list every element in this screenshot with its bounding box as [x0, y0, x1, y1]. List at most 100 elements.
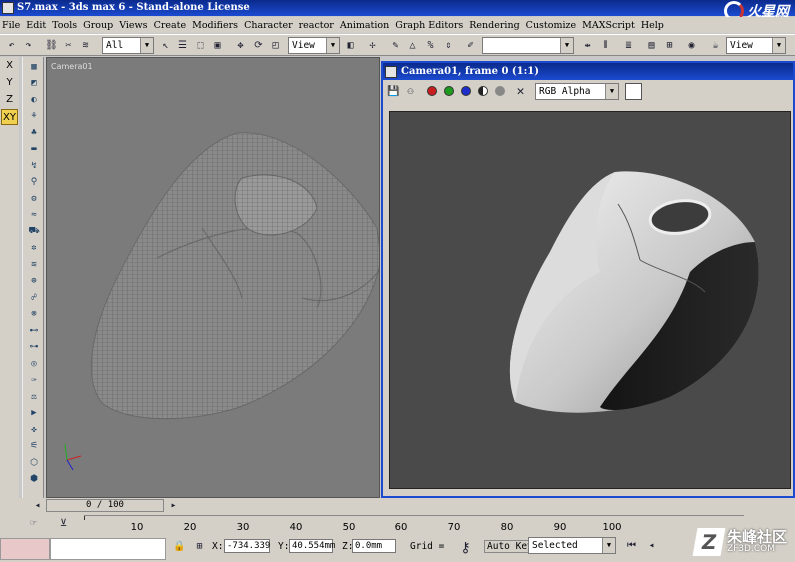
selection-filter-dropdown[interactable]: All ▼: [102, 37, 154, 54]
property-editor-icon[interactable]: ⚟: [26, 439, 42, 453]
dashpot-icon[interactable]: ⚲: [26, 175, 42, 189]
maxscript-mini-listener[interactable]: [50, 538, 166, 560]
goto-start-icon[interactable]: ⏮: [624, 538, 639, 553]
mirror-icon[interactable]: ⇹: [580, 38, 595, 53]
menu-graph-editors[interactable]: Graph Editors: [393, 20, 467, 31]
prev-frame-icon[interactable]: ◂: [644, 538, 659, 553]
undo-icon[interactable]: ↶: [4, 38, 19, 53]
save-bitmap-icon[interactable]: 💾: [386, 84, 401, 99]
car-wheel-icon[interactable]: ◎: [26, 357, 42, 371]
select-by-name-icon[interactable]: ☰: [175, 38, 190, 53]
lock-selection-icon[interactable]: 🔒: [172, 539, 187, 554]
time-slider[interactable]: 0 / 100: [46, 499, 164, 512]
x-coord-field[interactable]: -734.339: [224, 539, 270, 553]
soft-body-icon[interactable]: ◐: [26, 93, 42, 107]
menu-maxscript[interactable]: MAXScript: [580, 20, 639, 31]
axis-y-button[interactable]: Y: [1, 75, 18, 91]
axis-x-button[interactable]: X: [1, 58, 18, 74]
time-slider-left-icon[interactable]: ◂: [30, 498, 45, 513]
convex-hull-icon[interactable]: ⬡: [26, 456, 42, 470]
redo-icon[interactable]: ↷: [21, 38, 36, 53]
layer-manager-icon[interactable]: ≣: [621, 38, 636, 53]
fracture-icon[interactable]: ✲: [26, 241, 42, 255]
hinge-icon[interactable]: ⊗: [26, 307, 42, 321]
toy-car-icon[interactable]: ⛟: [26, 225, 42, 239]
select-link-icon[interactable]: ⛓: [44, 38, 59, 53]
constraint-solver-icon[interactable]: ⊕: [26, 274, 42, 288]
named-selection-dropdown[interactable]: ▼: [482, 37, 574, 54]
snap-toggle-icon[interactable]: ✎: [388, 38, 403, 53]
menu-animation[interactable]: Animation: [338, 20, 393, 31]
menu-reactor[interactable]: reactor: [297, 20, 338, 31]
material-editor-icon[interactable]: ◉: [684, 38, 699, 53]
trackbar-filter-icon[interactable]: ⊻: [56, 516, 71, 531]
analyze-icon[interactable]: ⚖: [26, 390, 42, 404]
select-object-icon[interactable]: ↖: [158, 38, 173, 53]
scale-icon[interactable]: ◰: [268, 38, 283, 53]
menu-edit[interactable]: Edit: [24, 20, 50, 31]
spring-icon[interactable]: ↯: [26, 159, 42, 173]
render-scene-icon[interactable]: ☕: [708, 38, 723, 53]
menu-tools[interactable]: Tools: [50, 20, 81, 31]
prismatic-icon[interactable]: ⊶: [26, 340, 42, 354]
time-slider-right-icon[interactable]: ▸: [166, 498, 181, 513]
select-icon[interactable]: ☞: [26, 516, 41, 531]
axis-z-button[interactable]: Z: [1, 92, 18, 108]
maxscript-listener[interactable]: [0, 538, 50, 560]
channel-dropdown[interactable]: RGB Alpha ▼: [535, 83, 619, 100]
rope-icon[interactable]: ⚘: [26, 109, 42, 123]
blue-channel-toggle[interactable]: [461, 86, 471, 96]
menu-rendering[interactable]: Rendering: [467, 20, 523, 31]
key-filter-dropdown[interactable]: Selected ▼: [528, 537, 616, 554]
render-window-titlebar[interactable]: Camera01, frame 0 (1:1): [383, 63, 793, 80]
menu-modifiers[interactable]: Modifiers: [190, 20, 242, 31]
z-coord-field[interactable]: 0.0mm: [352, 539, 396, 553]
rendered-frame-window[interactable]: Camera01, frame 0 (1:1) 💾 ⚇ ✕ RGB Alpha …: [381, 61, 795, 498]
clear-icon[interactable]: ✕: [513, 84, 528, 99]
key-mode-icon[interactable]: ⚷: [458, 540, 473, 556]
menu-character[interactable]: Character: [242, 20, 297, 31]
menu-help[interactable]: Help: [639, 20, 668, 31]
preview-icon[interactable]: ▶: [26, 406, 42, 420]
align-icon[interactable]: ⫴: [598, 38, 613, 53]
alpha-toggle[interactable]: [495, 86, 505, 96]
menu-views[interactable]: Views: [117, 20, 151, 31]
cloth-icon[interactable]: ◩: [26, 76, 42, 90]
named-selection-icon[interactable]: ✐: [463, 38, 478, 53]
unlink-icon[interactable]: ✂: [61, 38, 76, 53]
rect-selection-icon[interactable]: ⬚: [193, 38, 208, 53]
bind-space-warp-icon[interactable]: ≋: [78, 38, 93, 53]
point-to-path-icon[interactable]: ✑: [26, 373, 42, 387]
rigid-body-icon[interactable]: ▦: [26, 60, 42, 74]
render-type-dropdown[interactable]: View ▼: [726, 37, 786, 54]
menu-customize[interactable]: Customize: [524, 20, 580, 31]
deforming-mesh-icon[interactable]: ♣: [26, 126, 42, 140]
create-animation-icon[interactable]: ✜: [26, 423, 42, 437]
rotate-icon[interactable]: ⟳: [251, 38, 266, 53]
spinner-snap-icon[interactable]: ⇕: [441, 38, 456, 53]
percent-snap-icon[interactable]: %: [423, 38, 438, 53]
ref-coord-dropdown[interactable]: View ▼: [288, 37, 340, 54]
color-swatch[interactable]: [625, 83, 642, 100]
clone-window-icon[interactable]: ⚇: [403, 84, 418, 99]
timeline-ruler[interactable]: 10 20 30 40 50 60 70 80 90 100: [84, 515, 744, 535]
menu-group[interactable]: Group: [81, 20, 117, 31]
mono-toggle[interactable]: [478, 86, 488, 96]
schematic-view-icon[interactable]: ⊞: [662, 38, 677, 53]
axis-xy-button[interactable]: XY: [1, 109, 18, 125]
menu-create[interactable]: Create: [152, 20, 191, 31]
camera-viewport[interactable]: Camera01: [46, 57, 380, 498]
menu-file[interactable]: File: [0, 20, 24, 31]
pivot-center-icon[interactable]: ◧: [343, 38, 358, 53]
absolute-mode-icon[interactable]: ⊞: [192, 539, 207, 554]
rag-doll-icon[interactable]: ☍: [26, 291, 42, 305]
point-to-point-icon[interactable]: ⊷: [26, 324, 42, 338]
window-crossing-icon[interactable]: ▣: [210, 38, 225, 53]
wind-icon[interactable]: ≈: [26, 208, 42, 222]
plane-icon[interactable]: ▬: [26, 142, 42, 156]
y-coord-field[interactable]: 40.554mm: [289, 539, 335, 553]
water-icon[interactable]: ≋: [26, 258, 42, 272]
angle-snap-icon[interactable]: △: [405, 38, 420, 53]
motor-icon[interactable]: ⚙: [26, 192, 42, 206]
green-channel-toggle[interactable]: [444, 86, 454, 96]
